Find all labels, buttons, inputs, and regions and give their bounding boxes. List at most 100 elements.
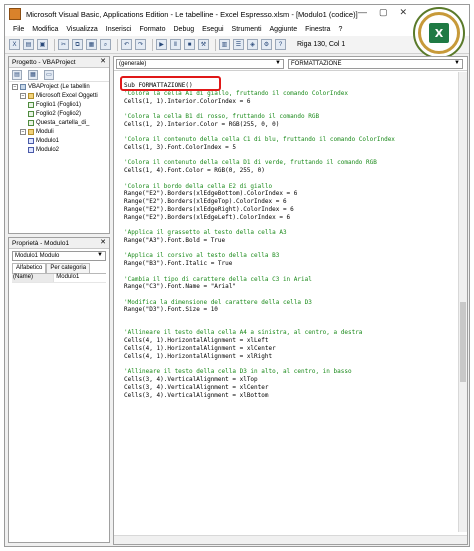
object-browser-icon[interactable]: ◈ — [247, 39, 258, 50]
sheet-icon — [28, 119, 34, 126]
tree-expander-icon[interactable]: − — [12, 83, 18, 90]
code-line: Cells(1, 4).Font.Color = RGB(0, 255, 0) — [124, 167, 265, 175]
view-object-icon[interactable]: ▦ — [28, 69, 38, 80]
undo-icon[interactable]: ↶ — [121, 39, 132, 50]
property-row[interactable]: (Name) Modulo1 — [12, 274, 106, 283]
properties-panel-title: Proprietà - Modulo1 — [12, 239, 70, 247]
code-combos: (generale) ▼ FORMATTAZIONE ▼ — [114, 57, 467, 71]
window-title: Microsoft Visual Basic, Applications Edi… — [26, 9, 358, 19]
copy-icon[interactable]: ⧉ — [72, 39, 83, 50]
chevron-down-icon: ▼ — [454, 60, 460, 66]
menu-finestra[interactable]: Finestra — [301, 26, 334, 33]
project-panel-header: Progetto - VBAProject ✕ — [9, 57, 109, 68]
tree-item[interactable]: − Moduli — [9, 127, 109, 136]
menu-debug[interactable]: Debug — [170, 26, 199, 33]
project-explorer-icon[interactable]: ▥ — [219, 39, 230, 50]
logo-ring: X — [418, 12, 460, 54]
find-icon[interactable]: ⌕ — [100, 39, 111, 50]
minimize-button[interactable]: — — [358, 7, 367, 18]
insert-module-icon[interactable]: ▤ — [23, 39, 34, 50]
code-line: Cells(4, 1).HorizontalAlignment = xlRigh… — [124, 352, 273, 360]
procedure-combo[interactable]: FORMATTAZIONE ▼ — [288, 59, 463, 69]
tree-expander-icon[interactable]: − — [20, 128, 26, 135]
tree-expander-icon[interactable]: − — [20, 92, 26, 99]
cut-icon[interactable]: ✂ — [58, 39, 69, 50]
project-explorer-panel: Progetto - VBAProject ✕ ▤ ▦ ▭ − VBAProjec… — [8, 56, 110, 234]
property-key: (Name) — [12, 274, 55, 282]
run-icon[interactable]: ▶ — [156, 39, 167, 50]
design-mode-icon[interactable]: ⚒ — [198, 39, 209, 50]
menu-file[interactable]: File — [9, 26, 28, 33]
menu-formato[interactable]: Formato — [135, 26, 169, 33]
tree-item[interactable]: Questa_cartella_di_ — [9, 118, 109, 127]
maximize-button[interactable]: ▢ — [379, 7, 388, 18]
tree-item[interactable]: Foglio2 (Foglio2) — [9, 109, 109, 118]
project-panel-title: Progetto - VBAProject — [12, 58, 76, 66]
tree-item[interactable]: − Microsoft Excel Oggetti — [9, 91, 109, 100]
tree-item[interactable]: Modulo2 — [9, 145, 109, 154]
menu-strumenti[interactable]: Strumenti — [228, 26, 266, 33]
menu-visualizza[interactable]: Visualizza — [62, 26, 101, 33]
mod-icon — [28, 146, 34, 153]
cursor-position: Riga 130, Col 1 — [297, 41, 346, 48]
break-icon[interactable]: Ⅱ — [170, 39, 181, 50]
code-comment-line: 'Colora il contenuto della cella C1 di b… — [124, 136, 395, 144]
toolbox-icon[interactable]: ⚙ — [261, 39, 272, 50]
toggle-folders-icon[interactable]: ▭ — [44, 69, 54, 80]
tree-item-label: Modulo2 — [36, 146, 60, 153]
tab-per-categoria[interactable]: Per categoria — [46, 263, 91, 273]
code-comment-line: 'Cambia il tipo di carattere della cella… — [124, 275, 312, 283]
close-icon[interactable]: ✕ — [100, 57, 106, 65]
view-excel-icon[interactable]: X — [9, 39, 20, 50]
project-icon — [20, 83, 26, 90]
object-combo[interactable]: (generale) ▼ — [116, 59, 284, 69]
vertical-scrollbar[interactable] — [458, 72, 467, 532]
properties-icon[interactable]: ☰ — [233, 39, 244, 50]
reset-icon[interactable]: ■ — [184, 39, 195, 50]
close-button[interactable]: ✕ — [399, 7, 407, 18]
save-icon[interactable]: ▣ — [37, 39, 48, 50]
excel-icon: X — [429, 23, 449, 43]
code-comment-line: 'Allineare il testo della cella A4 a sin… — [124, 329, 363, 337]
code-editor[interactable]: Sub FORMATTAZIONE() 'Colora la cella A1 d… — [114, 72, 458, 532]
code-line: Range("E2").Borders(xlEdgeBottom).ColorI… — [124, 190, 298, 198]
code-line: Cells(1, 3).Font.ColorIndex = 5 — [124, 143, 236, 151]
properties-object-select[interactable]: Modulo1 Modulo ▼ — [12, 251, 106, 261]
tree-item-label: VBAProject (Le tabellin — [28, 83, 90, 90]
code-line: Range("A3").Font.Bold = True — [124, 236, 226, 244]
toolbar-separator — [152, 38, 153, 51]
view-code-icon[interactable]: ▤ — [12, 69, 22, 80]
menu-help[interactable]: ? — [334, 26, 346, 33]
menu-inserisci[interactable]: Inserisci — [102, 26, 136, 33]
menu-esegui[interactable]: Esegui — [198, 26, 227, 33]
title-bar: Microsoft Visual Basic, Applications Edi… — [5, 5, 469, 23]
horizontal-scrollbar[interactable] — [114, 535, 467, 544]
tab-alfabetico[interactable]: Alfabetico — [12, 263, 47, 273]
tree-item[interactable]: Foglio1 (Foglio1) — [9, 100, 109, 109]
excel-espresso-logo: X — [413, 7, 465, 59]
paste-icon[interactable]: ▦ — [86, 39, 97, 50]
code-line: Cells(4, 1).HorizontalAlignment = xlLeft — [124, 337, 269, 345]
code-line: Range("B3").Font.Italic = True — [124, 260, 233, 268]
tree-item[interactable]: Modulo1 — [9, 136, 109, 145]
code-line: Cells(3, 4).VerticalAlignment = xlBottom — [124, 391, 269, 399]
code-line: Range("E2").Borders(xlEdgeTop).ColorInde… — [124, 198, 287, 206]
code-comment-line: 'Applica il grassetto al testo della cel… — [124, 229, 287, 237]
menu-aggiunte[interactable]: Aggiunte — [266, 26, 302, 33]
toolbar-separator — [215, 38, 216, 51]
help-icon[interactable]: ? — [275, 39, 286, 50]
code-window: (generale) ▼ FORMATTAZIONE ▼ Sub FORMATT… — [113, 56, 468, 545]
menu-modifica[interactable]: Modifica — [28, 26, 62, 33]
redo-icon[interactable]: ↷ — [135, 39, 146, 50]
code-line: Range("D3").Font.Size = 10 — [124, 306, 218, 314]
close-icon[interactable]: ✕ — [100, 238, 106, 246]
tree-item[interactable]: − VBAProject (Le tabellin — [9, 82, 109, 91]
scrollbar-thumb[interactable] — [460, 302, 466, 382]
